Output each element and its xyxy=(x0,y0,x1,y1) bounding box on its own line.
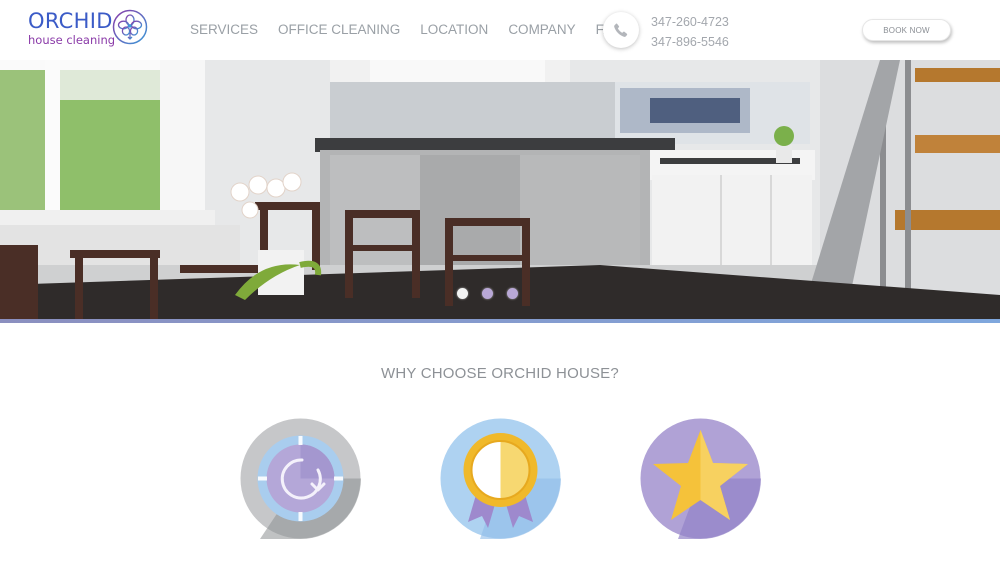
medal-icon xyxy=(440,418,561,539)
phone-icon[interactable] xyxy=(603,12,639,48)
phone-glyph-icon xyxy=(614,23,628,37)
feature-medal xyxy=(440,418,561,539)
orchid-logo-icon xyxy=(112,9,148,45)
slider-dot-1[interactable] xyxy=(457,288,468,299)
nav-item-services[interactable]: SERVICES xyxy=(190,22,258,38)
slider-dots xyxy=(457,288,518,299)
section-title-why-choose: WHY CHOOSE ORCHID HOUSE? xyxy=(381,365,619,382)
brand-subtitle: house cleaning xyxy=(28,33,116,47)
phone-number-2[interactable]: 347-896-5546 xyxy=(651,32,729,52)
main-nav: SERVICES OFFICE CLEANING LOCATION COMPAN… xyxy=(190,22,643,38)
hero-slider xyxy=(0,60,1000,319)
star-icon xyxy=(640,418,761,539)
nav-item-office-cleaning[interactable]: OFFICE CLEANING xyxy=(278,22,400,38)
feature-star xyxy=(640,418,761,539)
slider-dot-2[interactable] xyxy=(482,288,493,299)
clock-icon xyxy=(240,418,361,539)
book-now-button[interactable]: BOOK NOW xyxy=(862,19,951,41)
nav-item-location[interactable]: LOCATION xyxy=(420,22,488,38)
slider-dot-3[interactable] xyxy=(507,288,518,299)
nav-item-company[interactable]: COMPANY xyxy=(508,22,575,38)
hero-accent-bar xyxy=(0,319,1000,323)
phone-numbers: 347-260-4723 347-896-5546 xyxy=(651,12,729,52)
phone-number-1[interactable]: 347-260-4723 xyxy=(651,12,729,32)
feature-clock xyxy=(240,418,361,539)
brand-title: ORCHID xyxy=(28,9,113,33)
brand-logo[interactable]: ORCHID house cleaning xyxy=(28,9,153,52)
hero-kitchen-image xyxy=(0,60,1000,319)
site-header: ORCHID house cleaning SERVICES OFFICE CL… xyxy=(0,0,1000,60)
